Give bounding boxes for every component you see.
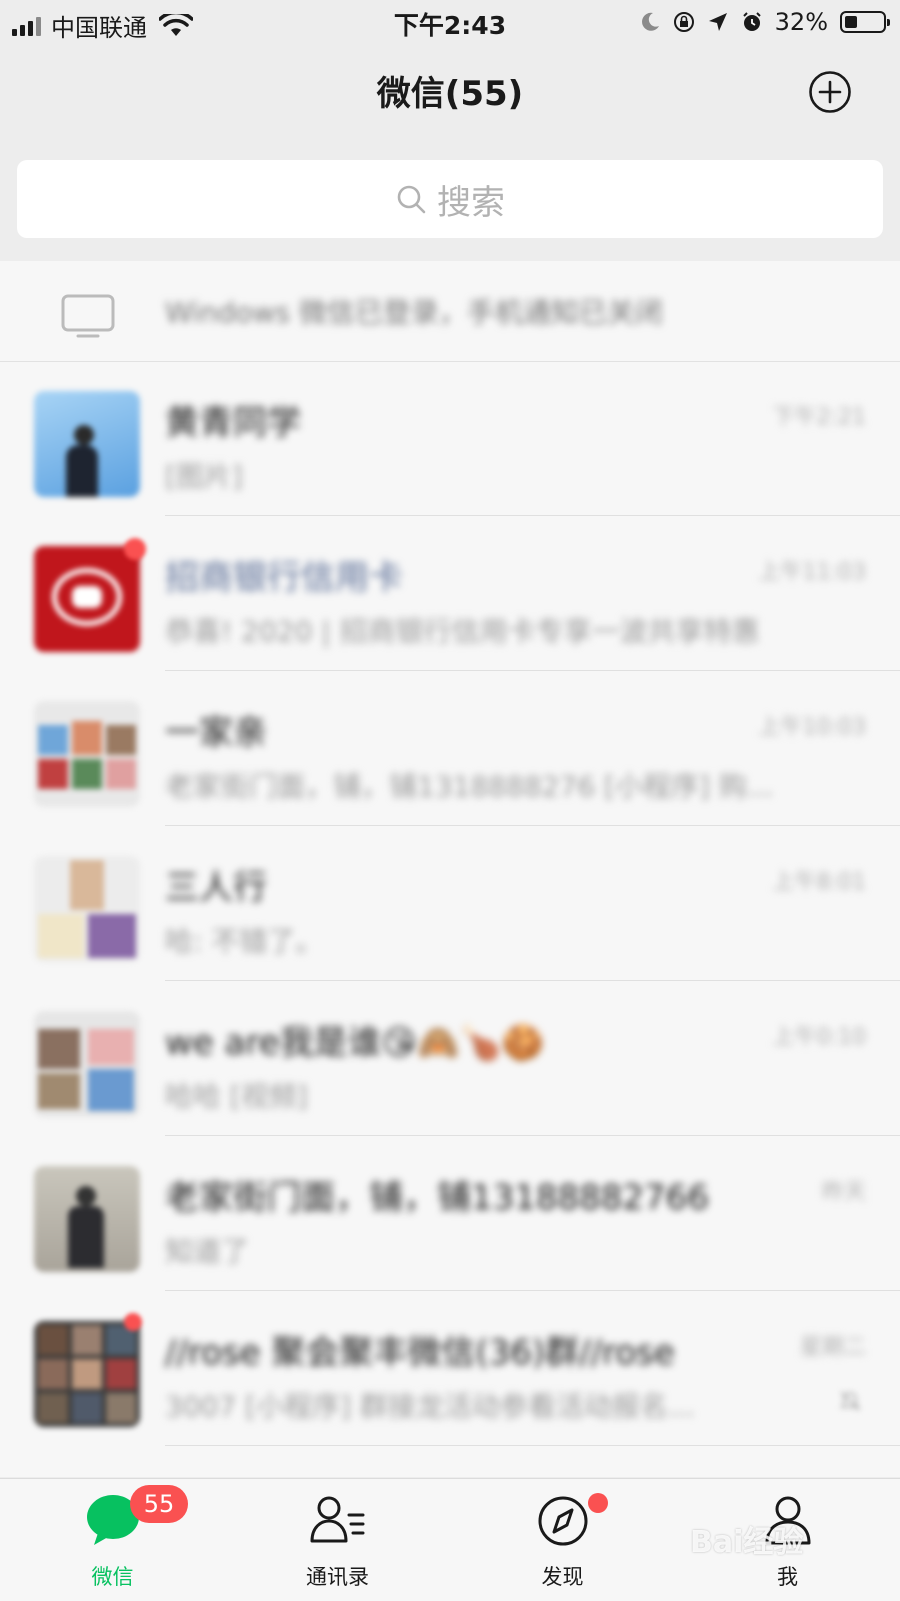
chat-row[interactable]: 老家街门面，铺，铺13188882766 知道了 昨天 xyxy=(0,1136,900,1291)
chat-name: 一家亲 xyxy=(165,713,267,753)
chat-time: 昨天 xyxy=(821,1180,866,1205)
search-bar[interactable]: 搜索 xyxy=(17,160,883,238)
tab-contacts[interactable]: 通讯录 xyxy=(225,1479,450,1601)
rotation-lock-icon xyxy=(673,12,694,32)
notice-text: Windows 微信已登录，手机通知已关闭 xyxy=(165,296,663,329)
search-placeholder: 搜索 xyxy=(437,182,505,223)
chat-time: 上午11:03 xyxy=(758,560,866,585)
page-title: 微信(55) xyxy=(376,74,524,114)
avatar xyxy=(34,856,140,962)
plus-circle-icon[interactable] xyxy=(808,70,852,114)
chat-preview: 哈哈 [视频] xyxy=(165,1080,308,1113)
tab-label: 微信 xyxy=(91,1565,134,1589)
chat-time: 星期二 xyxy=(799,1335,866,1360)
chat-name: 三人行 xyxy=(165,868,267,908)
compass-icon xyxy=(538,1496,588,1546)
contacts-icon xyxy=(310,1496,365,1543)
battery-level-fill xyxy=(845,16,857,28)
desktop-login-notice[interactable]: Windows 微信已登录，手机通知已关闭 xyxy=(0,261,900,362)
tab-bar: 55 微信 通讯录 发现 我 Bai经验 xyxy=(0,1478,900,1601)
chat-row[interactable]: 三人行 哈: 不错了。 上午8:01 xyxy=(0,826,900,981)
avatar xyxy=(34,701,140,807)
tab-label: 发现 xyxy=(541,1565,584,1589)
avatar xyxy=(34,1166,140,1272)
chat-row[interactable]: //rose 聚会聚丰微信(36)群//rose 3007 [小程序] 群接龙活… xyxy=(0,1291,900,1446)
chat-time: 下午2:21 xyxy=(772,405,866,430)
chat-preview: 恭喜! 2020 | 招商银行信用卡专享一波共享特惠 xyxy=(165,615,760,648)
chat-name: 招商银行信用卡 xyxy=(165,558,403,598)
chat-time: 上午10:03 xyxy=(758,715,866,740)
status-bar: 中国联通 下午2:43 32% xyxy=(0,0,900,44)
chat-name: 黄青同学 xyxy=(165,403,301,443)
tab-chats[interactable]: 55 微信 xyxy=(0,1479,225,1601)
chat-preview: [图片] xyxy=(165,460,243,493)
chat-time: 上午8:01 xyxy=(772,870,866,895)
battery-percent: 32% xyxy=(774,8,828,36)
chat-name: 老家街门面，铺，铺13188882766 xyxy=(165,1178,709,1218)
tab-label: 通讯录 xyxy=(306,1565,369,1589)
moon-icon xyxy=(641,12,659,31)
mute-bell-icon xyxy=(839,1391,861,1411)
tab-discover[interactable]: 发现 xyxy=(450,1479,675,1601)
chat-preview: 3007 [小程序] 群接龙活动参看活动报名... xyxy=(165,1390,695,1423)
chat-name: we are我是谁😘🙈🍗🍪 xyxy=(165,1023,544,1063)
chat-row[interactable]: we are我是谁😘🙈🍗🍪 哈哈 [视频] 上午0:10 xyxy=(0,981,900,1136)
avatar xyxy=(34,1321,140,1427)
monitor-icon xyxy=(61,294,115,338)
search-icon xyxy=(397,185,426,214)
unread-dot xyxy=(124,538,146,560)
chat-preview: 老家街门面，铺，铺1318888276 [小程序] 购... xyxy=(165,770,774,803)
new-content-dot xyxy=(588,1493,608,1513)
chat-name: //rose 聚会聚丰微信(36)群//rose xyxy=(165,1333,675,1373)
chat-row[interactable]: 招商银行信用卡 恭喜! 2020 | 招商银行信用卡专享一波共享特惠 上午11:… xyxy=(0,516,900,671)
chat-preview: 知道了 xyxy=(165,1235,250,1268)
avatar xyxy=(34,1011,140,1117)
location-arrow-icon xyxy=(708,13,727,31)
chat-list[interactable]: Windows 微信已登录，手机通知已关闭 黄青同学 [图片] 下午2:21 招… xyxy=(0,261,900,1477)
avatar xyxy=(34,391,140,497)
chat-time: 上午0:10 xyxy=(772,1025,866,1050)
watermark: Bai经验 xyxy=(690,1525,804,1560)
tab-label: 我 xyxy=(777,1565,798,1589)
chat-preview: 哈: 不错了。 xyxy=(165,925,324,958)
unread-dot xyxy=(124,1313,142,1331)
unread-badge: 55 xyxy=(130,1485,188,1523)
chat-row[interactable]: 黄青同学 [图片] 下午2:21 xyxy=(0,361,900,516)
battery-icon xyxy=(840,11,890,33)
alarm-clock-icon xyxy=(742,12,761,31)
avatar xyxy=(34,546,140,652)
chat-row[interactable]: 一家亲 老家街门面，铺，铺1318888276 [小程序] 购... 上午10:… xyxy=(0,671,900,826)
